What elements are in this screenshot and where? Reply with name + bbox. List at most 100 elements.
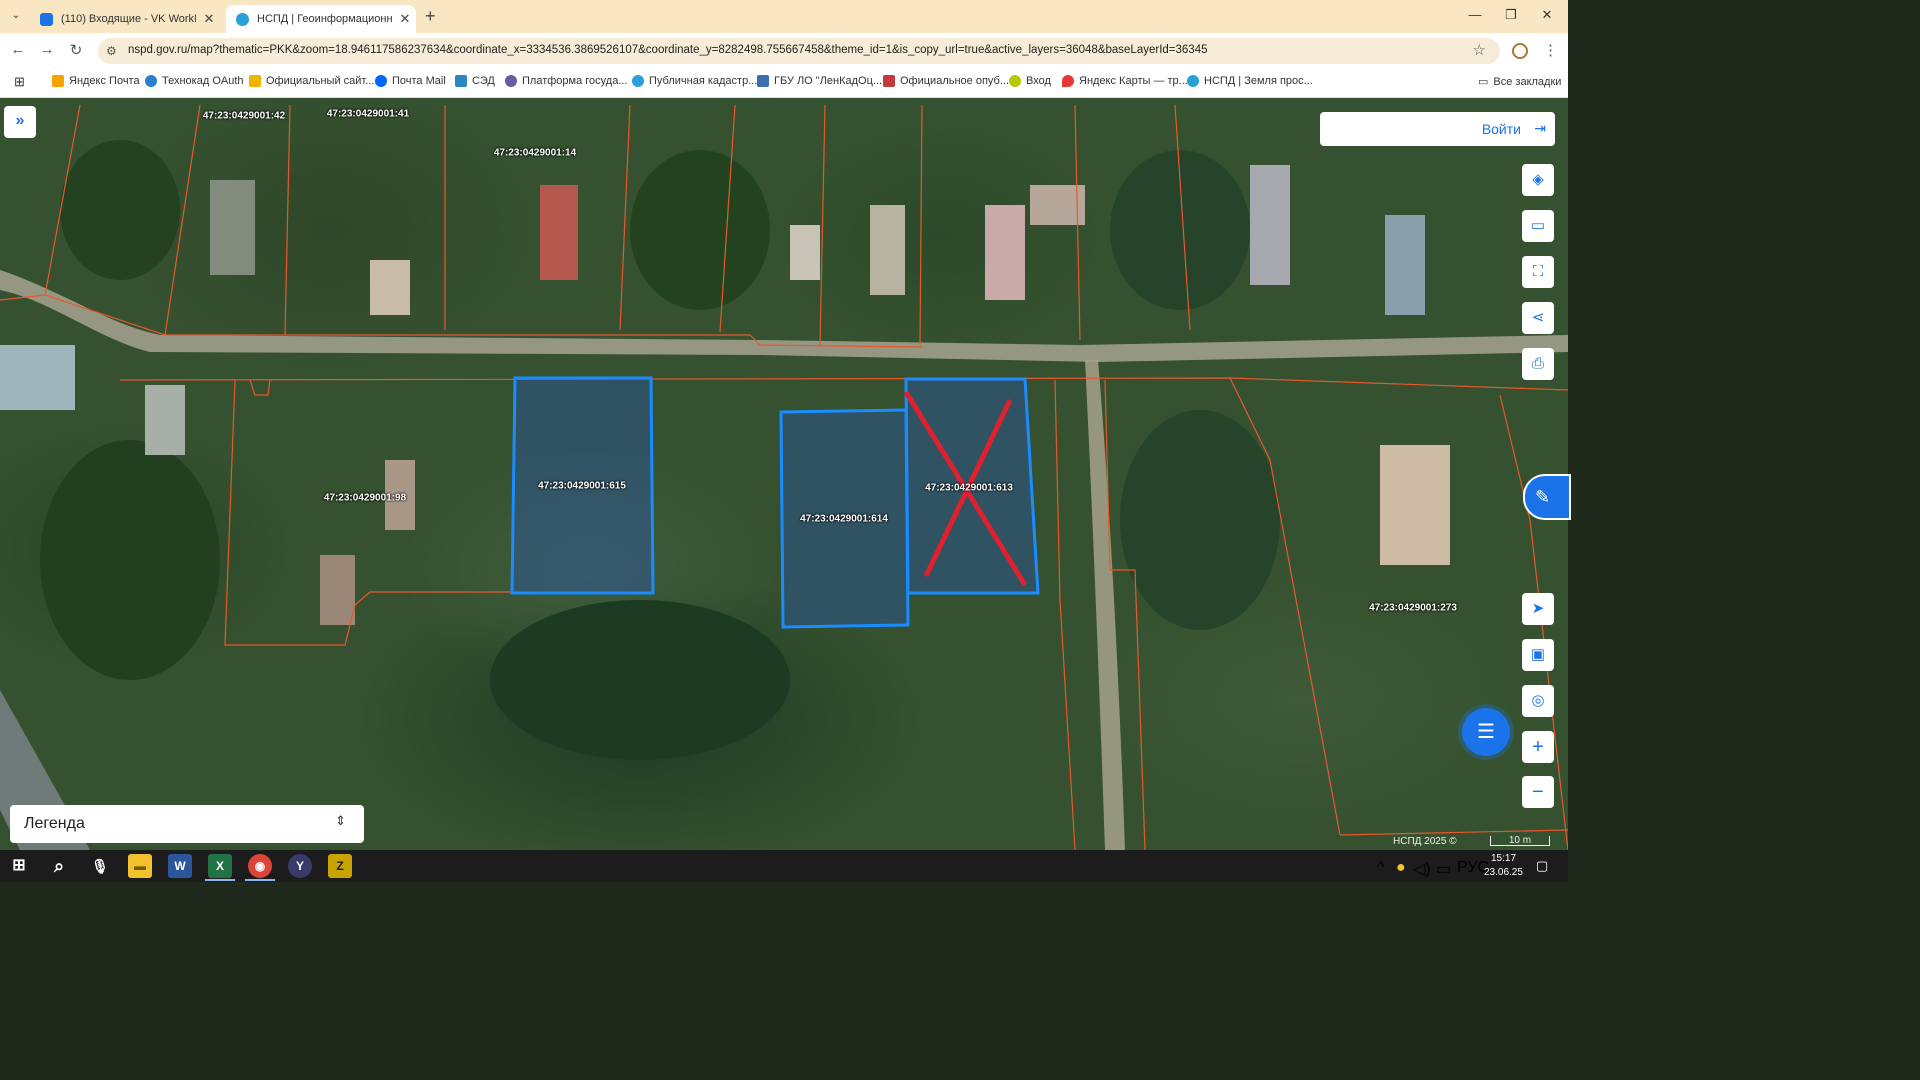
bookmark-item[interactable]: Официальный сайт... — [249, 75, 374, 87]
tehnokad-icon — [145, 75, 157, 87]
base-layer-button[interactable]: ▣ — [1522, 639, 1554, 671]
word-icon[interactable]: W — [168, 854, 192, 878]
parcel-label[interactable]: 47:23:0429001:615 — [538, 481, 626, 492]
nspd-icon — [236, 12, 249, 26]
bulb-icon[interactable]: ● — [1396, 859, 1406, 877]
bookmark-item[interactable]: Яндекс Карты — тр... — [1062, 75, 1188, 87]
apps-grid-icon[interactable]: ⊞ — [14, 74, 25, 90]
tab-nspd[interactable]: НСПД | Геоинформационный ✕ — [226, 5, 416, 33]
parcel-label[interactable]: 47:23:0429001:613 — [925, 483, 1013, 494]
bookmark-item[interactable]: Технокад OAuth — [145, 75, 244, 87]
map-attribution: НСПД 2025 © — [1393, 836, 1457, 847]
scale-label: 10 m — [1508, 835, 1532, 846]
sound-icon[interactable]: ◁) — [1413, 859, 1431, 879]
map-pin-icon — [1062, 75, 1074, 87]
select-area-button[interactable]: ⛶ — [1522, 256, 1554, 288]
notification-icon[interactable]: ▢ — [1536, 858, 1548, 874]
chrome-icon[interactable]: ◉ — [248, 854, 272, 878]
bookmark-item[interactable]: СЭД — [455, 75, 495, 87]
parcel-label[interactable]: 47:23:0429001:614 — [800, 514, 888, 525]
back-button[interactable]: ← — [8, 41, 28, 58]
windows-start-icon[interactable]: ⊞ — [7, 854, 31, 878]
bookmark-item[interactable]: Вход — [1009, 75, 1051, 87]
bookmark-item[interactable]: Официальное опуб... — [883, 75, 1009, 87]
bookmark-item[interactable]: ГБУ ЛО "ЛенКадОц... — [757, 75, 882, 87]
profile-icon[interactable] — [1512, 43, 1528, 59]
forward-button[interactable]: → — [37, 41, 57, 58]
house-roof — [145, 385, 185, 455]
url-text[interactable]: nspd.gov.ru/map?thematic=PKK&zoom=18.946… — [128, 44, 1208, 56]
chat-button[interactable]: ☰ — [1462, 708, 1510, 756]
bookmark-label: Яндекс Карты — тр... — [1079, 75, 1188, 87]
expand-collapse-icon[interactable]: ⇕ — [335, 813, 346, 829]
site-info-icon[interactable]: ⚙ — [106, 44, 117, 58]
road — [0, 270, 1568, 362]
clock-date[interactable]: 23.06.25 — [1484, 867, 1523, 878]
show-hidden-icons[interactable]: ^ — [1377, 859, 1385, 877]
bookmark-item[interactable]: Почта Mail — [375, 75, 446, 87]
parcel-label[interactable]: 47:23:0429001:14 — [494, 148, 576, 159]
bookmark-item[interactable]: Платформа госуда... — [505, 75, 628, 87]
active-app-indicator — [205, 879, 235, 881]
bookmark-item[interactable]: Яндекс Почта — [52, 75, 140, 87]
map-canvas[interactable] — [0, 98, 1568, 850]
parcel-label[interactable]: 47:23:0429001:41 — [327, 109, 409, 120]
tab-vk-workmail[interactable]: (110) Входящие - VK WorkMail ✕ — [30, 5, 224, 33]
tree-cluster — [490, 600, 790, 760]
bookmark-item[interactable]: НСПД | Земля прос... — [1187, 75, 1313, 87]
layers-icon: ◈ — [1532, 171, 1544, 188]
bookmarks-bar: ⊞ Яндекс Почта Технокад OAuth Официальны… — [0, 69, 1568, 98]
close-tab-icon[interactable]: ✕ — [202, 11, 216, 27]
browser-menu-icon[interactable]: ⋮ — [1543, 41, 1558, 59]
network-icon[interactable]: ▭ — [1436, 859, 1451, 879]
new-tab-button[interactable]: + — [425, 6, 436, 27]
all-bookmarks[interactable]: ▭ Все закладки — [1478, 75, 1561, 89]
legend-label: Легенда — [24, 815, 85, 832]
minimize-button[interactable]: — — [1465, 7, 1485, 22]
share-button[interactable]: ⋖ — [1522, 302, 1554, 334]
feedback-button[interactable]: ✎ — [1523, 474, 1571, 520]
bookmark-label: Вход — [1026, 75, 1051, 87]
tab-label: (110) Входящие - VK WorkMail — [61, 13, 196, 25]
ruler-button[interactable]: ▭ — [1522, 210, 1554, 242]
house-roof — [0, 345, 75, 410]
close-window-button[interactable]: ✕ — [1537, 7, 1557, 23]
legend-panel[interactable]: Легенда ⇕ — [10, 805, 364, 843]
search-point-button[interactable]: ◎ — [1522, 685, 1554, 717]
address-bar[interactable]: ⚙ nspd.gov.ru/map?thematic=PKK&zoom=18.9… — [98, 38, 1500, 64]
search-icon[interactable]: ⌕ — [47, 854, 71, 878]
bookmark-label: Яндекс Почта — [69, 75, 140, 87]
layers-button[interactable]: ◈ — [1522, 164, 1554, 196]
notes-app-icon[interactable]: Z — [328, 854, 352, 878]
file-explorer-icon[interactable]: ▬ — [128, 854, 152, 878]
yandex-browser-icon[interactable]: Y — [288, 854, 312, 878]
bookmark-star-icon[interactable]: ☆ — [1473, 41, 1486, 59]
clock-time[interactable]: 15:17 — [1491, 853, 1516, 864]
zoom-in-button[interactable]: + — [1522, 731, 1554, 763]
locate-button[interactable]: ➤ — [1522, 593, 1554, 625]
tab-list-button[interactable]: ⌄ — [8, 8, 24, 24]
gosuslugi-emblem-icon — [505, 75, 517, 87]
parcel-label[interactable]: 47:23:0429001:98 — [324, 493, 406, 504]
bookmark-item[interactable]: Публичная кадастр... — [632, 75, 757, 87]
search-point-icon: ◎ — [1531, 692, 1545, 709]
leaf-icon — [1009, 75, 1021, 87]
login-button[interactable]: Войти ⇥ — [1320, 112, 1555, 146]
reload-button[interactable]: ↻ — [66, 41, 86, 59]
folder-icon: ▭ — [1478, 76, 1489, 88]
cadastral-map[interactable]: 47:23:0429001:42 47:23:0429001:41 47:23:… — [0, 98, 1568, 850]
expand-panel-button[interactable]: » — [4, 106, 36, 138]
sed-icon — [455, 75, 467, 87]
close-tab-icon[interactable]: ✕ — [398, 11, 412, 27]
restore-button[interactable]: ❐ — [1501, 7, 1521, 23]
parcel-label[interactable]: 47:23:0429001:273 — [1369, 603, 1457, 614]
bookmark-label: ГБУ ЛО "ЛенКадОц... — [774, 75, 883, 87]
print-button[interactable]: ⎙ — [1522, 348, 1554, 380]
microphone-icon[interactable]: 🎙 — [88, 854, 112, 878]
house-roof — [1385, 215, 1425, 315]
tree-cluster — [1120, 410, 1280, 630]
print-icon: ⎙ — [1531, 355, 1544, 372]
excel-icon[interactable]: X — [208, 854, 232, 878]
zoom-out-button[interactable]: − — [1522, 776, 1554, 808]
parcel-label[interactable]: 47:23:0429001:42 — [203, 111, 285, 122]
